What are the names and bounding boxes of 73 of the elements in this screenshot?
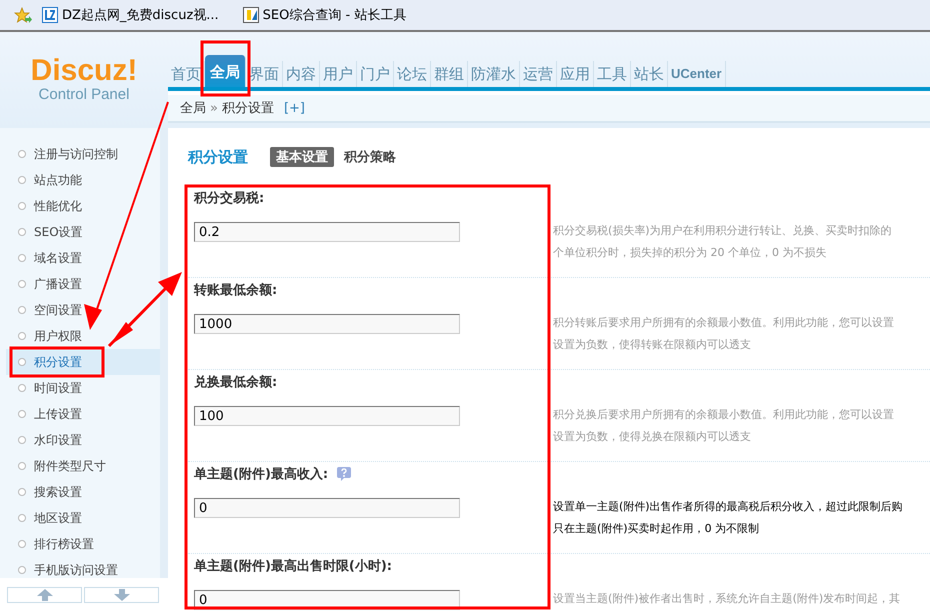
description-text: 设置当主题(附件)被作者出售时，系统允许自主题(附件)发布时间起，其 [553,591,900,607]
site-logo-icon [242,7,259,23]
sidebar-item[interactable]: 用户权限 [6,323,160,349]
sidebar-item[interactable]: 积分设置 [6,349,160,375]
bullet-icon [18,332,26,340]
bullet-icon [18,202,26,210]
description-text: 设置单一主题(附件)出售作者所得的最高税后积分收入，超过此限制后购 [553,499,903,515]
sidebar-item[interactable]: 排行榜设置 [6,531,160,557]
logo-subtitle: Control Panel [38,86,130,104]
breadcrumb-link[interactable]: 全局 [180,99,206,117]
bullet-icon [18,228,26,236]
bookmark-link[interactable]: DZ起点网_免费discuz视... [42,6,219,24]
bullet-icon [18,540,26,548]
field-label: 积分交易税: [194,190,264,207]
text-input-field[interactable]: 0.2 [194,222,460,242]
sidebar-item[interactable]: 附件类型尺寸 [6,453,160,479]
description-text: 个单位积分时，损失掉的积分为 20 个单位，0 为不损失 [553,245,828,261]
sidebar-item[interactable]: 域名设置 [6,245,160,271]
scroll-up-button[interactable] [7,587,82,603]
bullet-icon [18,410,26,418]
bullet-icon [18,462,26,470]
breadcrumb-link[interactable]: 积分设置 [222,99,274,117]
site-logo-icon [42,7,58,23]
description-text: 积分转账后要求用户所拥有的余额最小数值。利用此功能，您可以设置 [553,315,894,331]
bullet-icon [18,488,26,496]
bullet-icon [18,384,26,392]
sub-tab[interactable]: 基本设置 [270,147,334,167]
sub-tab[interactable]: 积分策略 [338,147,402,167]
nav-tab[interactable]: 全局 [205,55,246,87]
sidebar-item[interactable]: 广播设置 [6,271,160,297]
sidebar-item[interactable]: 时间设置 [6,375,160,401]
description-text: 积分兑换后要求用户所拥有的余额最小数值。利用此功能，您可以设置 [553,407,894,423]
field-label: 单主题(附件)最高收入: [194,466,328,483]
sidebar-item[interactable]: 地区设置 [6,505,160,531]
help-icon[interactable] [336,466,352,482]
sidebar-item[interactable]: 性能优化 [6,193,160,219]
sidebar-item[interactable]: 水印设置 [6,427,160,453]
page-title: 积分设置 [188,148,248,166]
bullet-icon [18,566,26,574]
description-text: 只在主题(附件)买卖时起作用，0 为不限制 [553,521,760,537]
description-text: 设置为负数，使得转账在限额内可以透支 [553,337,752,353]
bullet-icon [18,176,26,184]
sidebar-item[interactable]: SEO设置 [6,219,160,245]
text-input-field[interactable]: 100 [194,406,460,426]
bullet-icon [18,150,26,158]
bullet-icon [18,306,26,314]
up-arrow-icon [36,589,52,601]
bullet-icon [18,514,26,522]
down-arrow-icon [114,589,130,601]
bullet-icon [18,358,26,366]
sidebar-item[interactable]: 站点功能 [6,167,160,193]
bullet-icon [18,280,26,288]
field-label: 转账最低余额: [194,282,278,299]
sidebar-item[interactable]: 手机版访问设置 [6,557,160,583]
sidebar-item[interactable]: 上传设置 [6,401,160,427]
description-text: 积分交易税(损失率)为用户在利用积分进行转让、兑换、买卖时扣除的 [553,223,892,239]
text-input-field[interactable]: 1000 [194,314,460,334]
sidebar-item[interactable]: 空间设置 [6,297,160,323]
logo-title: Discuz! [30,56,138,86]
add-shortcut-link[interactable]: [+] [284,100,306,116]
bullet-icon [18,436,26,444]
breadcrumb-separator: » [210,100,218,116]
annotation-box [200,40,250,96]
description-text: 设置为负数，使得兑换在限额内可以透支 [553,429,752,445]
favorites-star-icon[interactable] [14,6,32,24]
sidebar-item[interactable]: 搜索设置 [6,479,160,505]
field-label: 兑换最低余额: [194,374,278,391]
field-label: 单主题(附件)最高出售时限(小时): [194,558,392,575]
bookmark-link[interactable]: SEO综合查询 - 站长工具 [242,6,406,24]
text-input-field[interactable]: 0 [194,498,460,518]
sidebar-item[interactable]: 注册与访问控制 [6,141,160,167]
scroll-down-button[interactable] [84,587,159,603]
bullet-icon [18,254,26,262]
